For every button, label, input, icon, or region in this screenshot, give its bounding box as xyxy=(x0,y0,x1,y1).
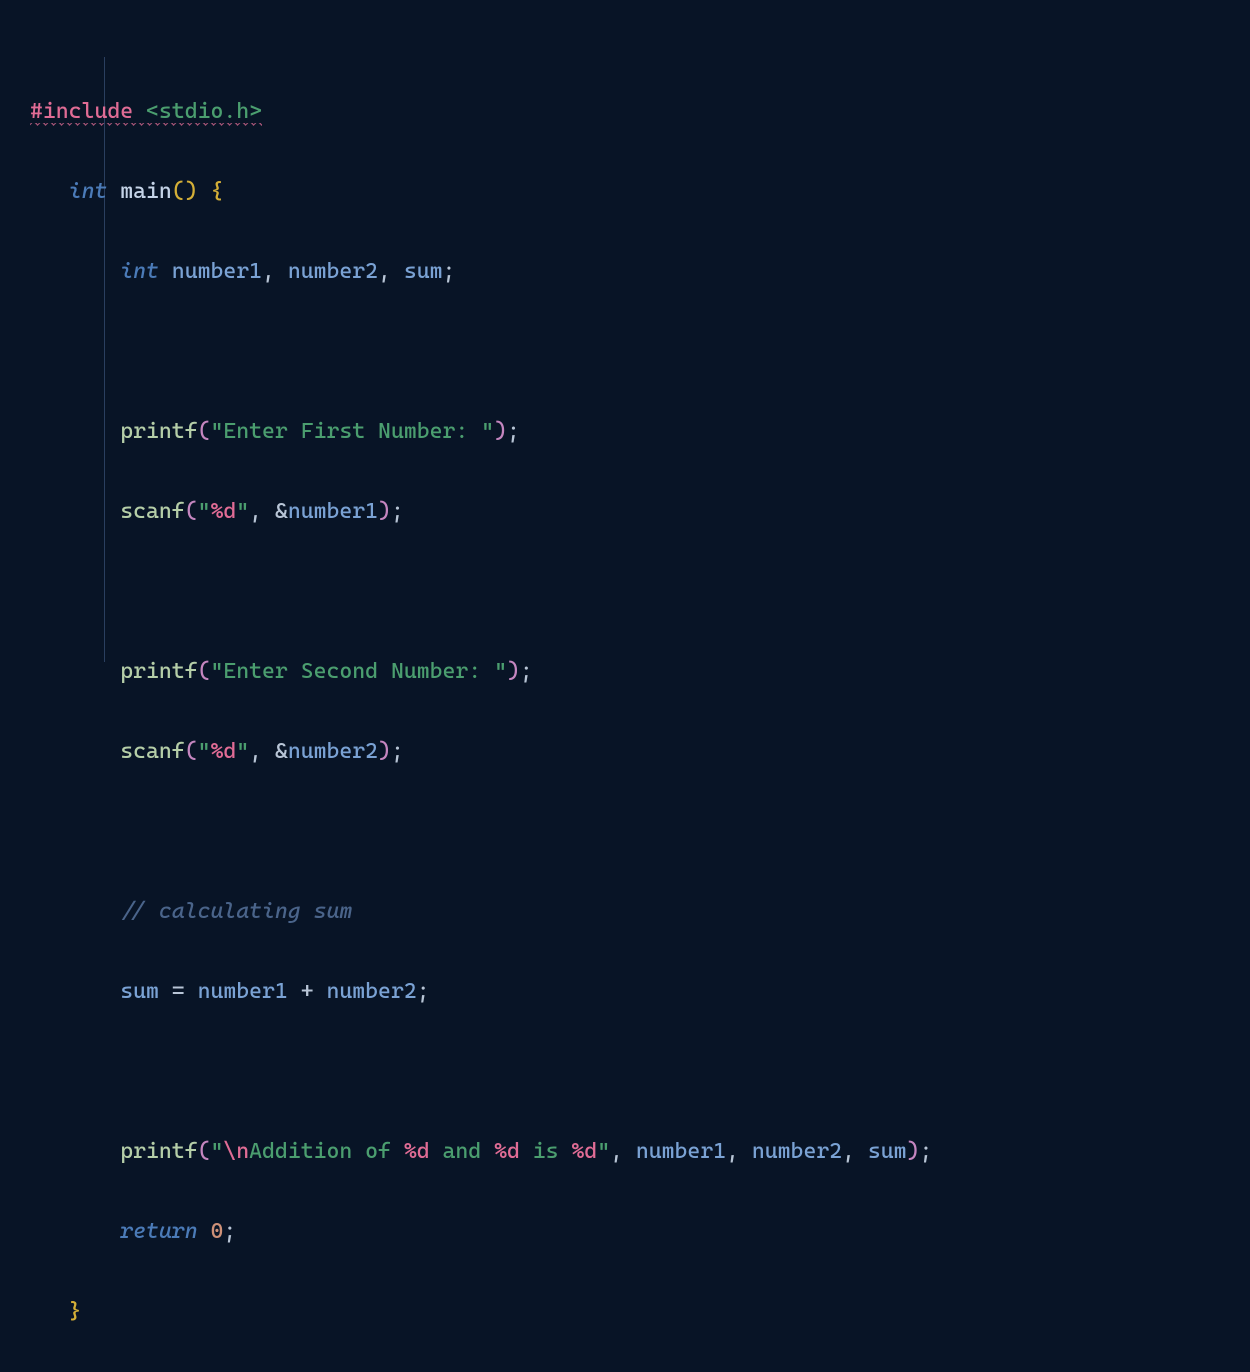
open-paren: ( xyxy=(185,739,198,764)
parentheses: () xyxy=(172,179,198,204)
code-line-2[interactable]: int main() { xyxy=(30,172,1250,212)
close-paren: ) xyxy=(378,739,391,764)
string-text: is xyxy=(520,1139,572,1164)
code-line-9[interactable]: scanf("%d", &number2); xyxy=(30,732,1250,772)
function-call: scanf xyxy=(120,499,184,524)
identifier: number1 xyxy=(172,259,262,284)
semicolon: ; xyxy=(223,1219,236,1244)
string-text: and xyxy=(430,1139,494,1164)
code-line-4[interactable] xyxy=(30,332,1250,372)
code-line-15[interactable]: return 0; xyxy=(30,1212,1250,1252)
return-keyword: return xyxy=(120,1219,197,1244)
comma: , xyxy=(726,1139,739,1164)
open-paren: ( xyxy=(185,499,198,524)
open-paren: ( xyxy=(198,419,211,444)
type-keyword: int xyxy=(69,179,108,204)
string-literal: "Enter Second Number: " xyxy=(210,659,506,684)
identifier: sum xyxy=(868,1139,907,1164)
semicolon: ; xyxy=(520,659,533,684)
number-literal: 0 xyxy=(210,1219,223,1244)
code-line-13[interactable] xyxy=(30,1052,1250,1092)
preprocessor-directive: #include <stdio.h> xyxy=(30,99,262,126)
format-specifier: %d xyxy=(494,1139,520,1164)
code-line-5[interactable]: printf("Enter First Number: "); xyxy=(30,412,1250,452)
format-specifier: %d xyxy=(210,499,236,524)
close-paren: ) xyxy=(378,499,391,524)
operator: + xyxy=(301,979,314,1004)
function-call: printf xyxy=(120,659,197,684)
code-line-6[interactable]: scanf("%d", &number1); xyxy=(30,492,1250,532)
comma: , xyxy=(262,259,275,284)
close-paren: ) xyxy=(507,659,520,684)
close-paren: ) xyxy=(494,419,507,444)
identifier: number1 xyxy=(288,499,378,524)
string-quote: " xyxy=(198,499,211,524)
semicolon: ; xyxy=(919,1139,932,1164)
comma: , xyxy=(249,499,262,524)
type-keyword: int xyxy=(120,259,159,284)
semicolon: ; xyxy=(391,499,404,524)
format-specifier: %d xyxy=(571,1139,597,1164)
semicolon: ; xyxy=(417,979,430,1004)
operator: & xyxy=(275,739,288,764)
identifier: number2 xyxy=(288,739,378,764)
code-line-12[interactable]: sum = number1 + number2; xyxy=(30,972,1250,1012)
code-line-11[interactable]: // calculating sum xyxy=(30,892,1250,932)
function-call: printf xyxy=(120,1139,197,1164)
function-call: scanf xyxy=(120,739,184,764)
string-literal: "Enter First Number: " xyxy=(210,419,494,444)
string-quote: " xyxy=(210,1139,223,1164)
string-text: Addition of xyxy=(249,1139,404,1164)
code-line-10[interactable] xyxy=(30,812,1250,852)
code-line-16[interactable]: } xyxy=(30,1292,1250,1332)
comma: , xyxy=(842,1139,855,1164)
code-line-1[interactable]: #include <stdio.h> xyxy=(30,92,1250,132)
close-brace: } xyxy=(69,1299,82,1324)
open-brace: { xyxy=(210,179,223,204)
code-line-3[interactable]: int number1, number2, sum; xyxy=(30,252,1250,292)
function-name: main xyxy=(120,179,172,204)
identifier: sum xyxy=(404,259,443,284)
code-line-8[interactable]: printf("Enter Second Number: "); xyxy=(30,652,1250,692)
identifier: number1 xyxy=(636,1139,726,1164)
operator: = xyxy=(172,979,185,1004)
comma: , xyxy=(378,259,391,284)
comment: // calculating sum xyxy=(120,899,352,924)
identifier: sum xyxy=(120,979,159,1004)
string-quote: " xyxy=(198,739,211,764)
operator: & xyxy=(275,499,288,524)
identifier: number1 xyxy=(198,979,288,1004)
open-paren: ( xyxy=(198,1139,211,1164)
identifier: number2 xyxy=(288,259,378,284)
semicolon: ; xyxy=(507,419,520,444)
code-line-14[interactable]: printf("\nAddition of %d and %d is %d", … xyxy=(30,1132,1250,1172)
open-paren: ( xyxy=(198,659,211,684)
identifier: number2 xyxy=(752,1139,842,1164)
function-call: printf xyxy=(120,419,197,444)
identifier: number2 xyxy=(326,979,416,1004)
code-editor[interactable]: #include <stdio.h> int main() { int numb… xyxy=(30,12,1250,1372)
escape-sequence: \n xyxy=(223,1139,249,1164)
format-specifier: %d xyxy=(404,1139,430,1164)
format-specifier: %d xyxy=(210,739,236,764)
close-paren: ) xyxy=(907,1139,920,1164)
semicolon: ; xyxy=(443,259,456,284)
comma: , xyxy=(610,1139,623,1164)
string-quote: " xyxy=(597,1139,610,1164)
comma: , xyxy=(249,739,262,764)
string-quote: " xyxy=(236,739,249,764)
string-quote: " xyxy=(236,499,249,524)
code-line-7[interactable] xyxy=(30,572,1250,612)
semicolon: ; xyxy=(391,739,404,764)
